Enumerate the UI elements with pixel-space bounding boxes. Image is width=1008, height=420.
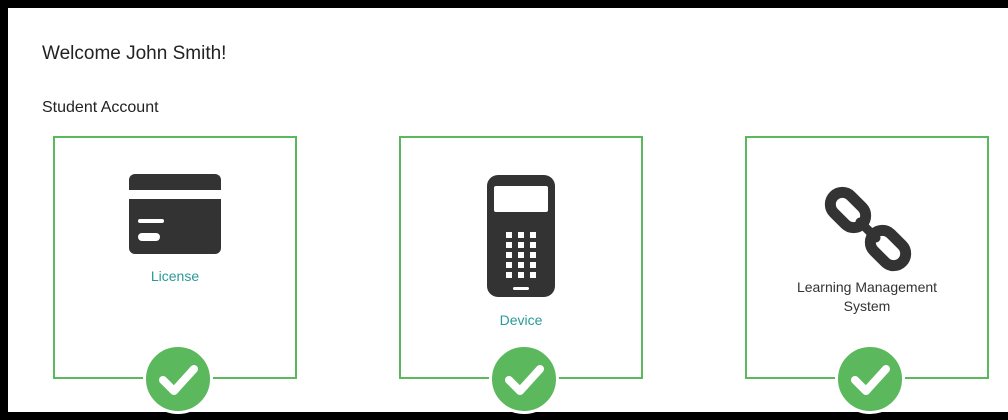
lms-label-line1: Learning Management [796,279,938,295]
license-status [143,344,213,414]
credit-card-icon [129,174,221,254]
check-circle-icon [159,365,198,395]
device-status [489,344,559,414]
device-link[interactable]: Device [401,312,641,328]
license-card[interactable]: License [53,136,297,414]
lms-label-line2: System [843,298,891,314]
lms-card[interactable]: Learning Management System [745,136,989,414]
welcome-heading: Welcome John Smith! [42,43,227,64]
license-link[interactable]: License [55,268,295,284]
calculator-icon [487,175,555,297]
lms-status [835,344,905,414]
chain-link-icon [824,186,912,272]
lms-label[interactable]: Learning Management System [747,278,987,316]
device-card[interactable]: Device [399,136,643,414]
check-circle-icon [505,365,544,395]
page-frame: Welcome John Smith! Student Account Lice… [0,0,1008,420]
check-circle-icon [851,365,890,395]
section-title: Student Account [42,99,159,116]
